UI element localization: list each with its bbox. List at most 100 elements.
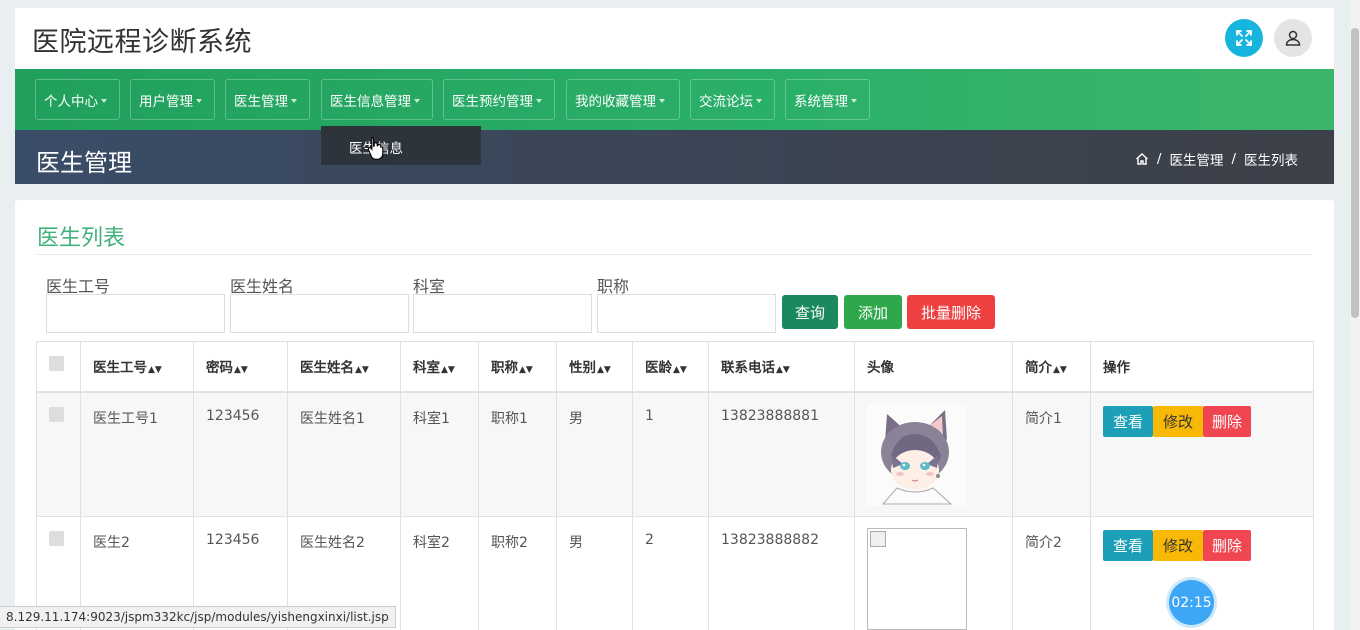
scrollbar-thumb[interactable] [1351, 28, 1359, 318]
breadcrumb-doctor-list: 医生列表 [1244, 153, 1298, 169]
sort-icon: ▲▼ [597, 365, 611, 376]
nav-item-doctor-info-management[interactable]: 医生信息管理 [321, 79, 433, 120]
row-select-cell [36, 391, 81, 517]
query-button[interactable]: 查询 [782, 295, 838, 329]
nav-item-favorites-management[interactable]: 我的收藏管理 [566, 79, 680, 120]
doctor-list-card: 医生列表 医生工号 医生姓名 科室 职称 查询 添加 批量删除 医生工号▲▼ 密… [15, 200, 1334, 630]
page-scrollbar[interactable] [1350, 0, 1360, 630]
cell-years: 1 [632, 391, 709, 517]
view-button[interactable]: 查看 [1103, 530, 1153, 561]
caret-down-icon [291, 98, 297, 103]
sort-icon: ▲▼ [441, 365, 455, 376]
column-label: 医生姓名 [300, 360, 354, 377]
nav-item-label: 个人中心 [44, 93, 98, 110]
nav-item-system-management[interactable]: 系统管理 [785, 79, 870, 120]
nav-item-doctor-appointment-management[interactable]: 医生预约管理 [443, 79, 555, 120]
fullscreen-icon [1236, 30, 1252, 46]
cell-password: 123456 [193, 391, 288, 517]
sort-icon: ▲▼ [148, 365, 162, 376]
doctor-id-input[interactable] [46, 294, 225, 333]
divider [37, 254, 1312, 255]
top-bar: 医院远程诊断系统 [15, 8, 1334, 69]
column-header-department[interactable]: 科室▲▼ [400, 341, 479, 393]
timer-badge[interactable]: 02:15 [1169, 580, 1214, 625]
nav-item-label: 医生信息管理 [330, 93, 411, 110]
column-label: 密码 [206, 360, 233, 377]
user-icon [1285, 30, 1301, 46]
cell-years: 2 [632, 516, 709, 630]
nav-item-doctor-management[interactable]: 医生管理 [225, 79, 310, 120]
nav-item-user-management[interactable]: 用户管理 [130, 79, 215, 120]
select-all-checkbox[interactable] [49, 356, 64, 372]
column-header-password[interactable]: 密码▲▼ [193, 341, 288, 393]
caret-down-icon [101, 98, 107, 103]
edit-button[interactable]: 修改 [1153, 405, 1203, 437]
column-header-doctor-id[interactable]: 医生工号▲▼ [80, 341, 194, 393]
column-header-gender[interactable]: 性别▲▼ [556, 341, 633, 393]
view-button[interactable]: 查看 [1103, 405, 1153, 437]
breadcrumb-separator: / [1231, 151, 1236, 167]
page-header: 医生管理 / 医生管理 / 医生列表 [15, 130, 1334, 184]
sort-icon: ▲▼ [355, 365, 369, 376]
column-label: 医生工号 [93, 360, 147, 377]
cell-actions: 查看 修改 删除 [1090, 391, 1314, 517]
cell-department: 科室1 [400, 391, 479, 517]
cell-gender: 男 [556, 516, 633, 630]
column-label: 医龄 [645, 360, 672, 377]
fullscreen-button[interactable] [1225, 19, 1263, 57]
column-header-intro[interactable]: 简介▲▼ [1012, 341, 1091, 393]
edit-button[interactable]: 修改 [1153, 530, 1203, 561]
cell-intro: 简介2 [1012, 516, 1091, 630]
hand-cursor-icon [367, 136, 384, 160]
broken-image-icon [870, 531, 886, 547]
cell-department: 科室2 [400, 516, 479, 630]
page-title: 医生管理 [36, 149, 132, 177]
sort-icon: ▲▼ [234, 365, 248, 376]
cell-doctor-id: 医生工号1 [80, 391, 194, 517]
breadcrumb-separator: / [1156, 151, 1162, 167]
delete-button[interactable]: 删除 [1203, 530, 1251, 561]
caret-down-icon [414, 98, 420, 103]
batch-delete-button[interactable]: 批量删除 [907, 295, 995, 329]
nav-item-label: 交流论坛 [699, 93, 753, 110]
column-header-doctor-name[interactable]: 医生姓名▲▼ [287, 341, 401, 393]
nav-item-forum[interactable]: 交流论坛 [690, 79, 775, 120]
column-label: 头像 [867, 360, 894, 377]
dropdown-menu-doctor-info: 医生信息 [321, 126, 481, 165]
caret-down-icon [659, 98, 665, 103]
column-header-actions: 操作 [1090, 341, 1314, 393]
column-label: 简介 [1025, 360, 1052, 377]
cell-avatar [854, 391, 1013, 517]
cell-intro: 简介1 [1012, 391, 1091, 517]
column-header-title[interactable]: 职称▲▼ [478, 341, 557, 393]
row-checkbox[interactable] [49, 531, 64, 546]
card-title: 医生列表 [37, 226, 126, 251]
row-checkbox[interactable] [49, 406, 64, 422]
breadcrumb: / 医生管理 / 医生列表 [1135, 149, 1298, 169]
select-all-cell [36, 341, 81, 393]
nav-item-label: 用户管理 [139, 93, 193, 110]
column-header-years[interactable]: 医龄▲▼ [632, 341, 709, 393]
delete-button[interactable]: 删除 [1203, 405, 1251, 437]
table-row: 医生工号1 123456 医生姓名1 科室1 职称1 男 1 138238888… [36, 391, 1314, 517]
column-label: 职称 [491, 360, 518, 377]
doctor-table: 医生工号▲▼ 密码▲▼ 医生姓名▲▼ 科室▲▼ 职称▲▼ 性别▲▼ 医龄▲▼ 联… [36, 341, 1314, 630]
main-nav: 个人中心 用户管理 医生管理 医生信息管理 医生预约管理 我的收藏管理 交流论坛… [15, 69, 1334, 130]
department-input[interactable] [413, 294, 592, 333]
column-header-phone[interactable]: 联系电话▲▼ [708, 341, 855, 393]
breadcrumb-doctor-management[interactable]: 医生管理 [1169, 149, 1223, 169]
nav-item-label: 医生预约管理 [452, 93, 533, 110]
nav-item-label: 医生管理 [234, 93, 288, 110]
user-button[interactable] [1274, 19, 1312, 57]
doctor-name-input[interactable] [230, 294, 409, 333]
add-button[interactable]: 添加 [844, 295, 902, 329]
sort-icon: ▲▼ [776, 365, 790, 376]
cell-gender: 男 [556, 391, 633, 517]
broken-image-placeholder [867, 528, 967, 630]
column-label: 科室 [413, 360, 440, 377]
home-icon[interactable] [1135, 152, 1149, 166]
status-bar-url: 8.129.11.174:9023/jspm332kc/jsp/modules/… [0, 606, 396, 628]
title-input[interactable] [597, 294, 776, 333]
nav-item-personal-center[interactable]: 个人中心 [35, 79, 120, 120]
caret-down-icon [756, 98, 762, 103]
